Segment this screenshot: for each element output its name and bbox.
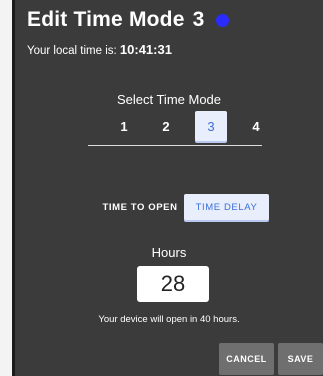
edit-time-mode-dialog: Edit Time Mode 3 Your local time is: 10:4… xyxy=(15,0,323,376)
local-time-value: 10:41:31 xyxy=(119,42,172,57)
time-to-open-option[interactable]: TIME TO OPEN xyxy=(90,194,190,220)
mode-button-3[interactable]: 3 xyxy=(195,111,227,141)
mode-button-2[interactable]: 2 xyxy=(150,111,182,141)
background-panel xyxy=(0,0,12,376)
status-dot-icon xyxy=(216,14,230,27)
dialog-title-text: Edit Time Mode xyxy=(27,8,185,31)
dialog-title: Edit Time Mode 3 xyxy=(27,8,204,32)
save-button[interactable]: SAVE xyxy=(278,343,323,375)
hours-input[interactable]: 28 xyxy=(137,266,209,302)
time-delay-option[interactable]: TIME DELAY xyxy=(184,194,269,220)
hours-label: Hours xyxy=(151,245,187,260)
select-mode-label: Select Time Mode xyxy=(116,92,222,107)
open-note-text: Your device will open in 40 hours. xyxy=(98,314,240,325)
local-time-label: Your local time is: xyxy=(27,45,117,57)
mode-selector-divider xyxy=(88,145,262,146)
dialog-header: Edit Time Mode 3 xyxy=(27,8,230,32)
mode-selector: 1 2 3 4 xyxy=(90,111,276,143)
mode-button-4[interactable]: 4 xyxy=(240,111,272,141)
dialog-mode-number: 3 xyxy=(192,8,205,31)
mode-button-1[interactable]: 1 xyxy=(108,111,140,141)
cancel-button[interactable]: CANCEL xyxy=(219,343,274,375)
local-time-line: Your local time is: 10:41:31 xyxy=(27,42,172,57)
